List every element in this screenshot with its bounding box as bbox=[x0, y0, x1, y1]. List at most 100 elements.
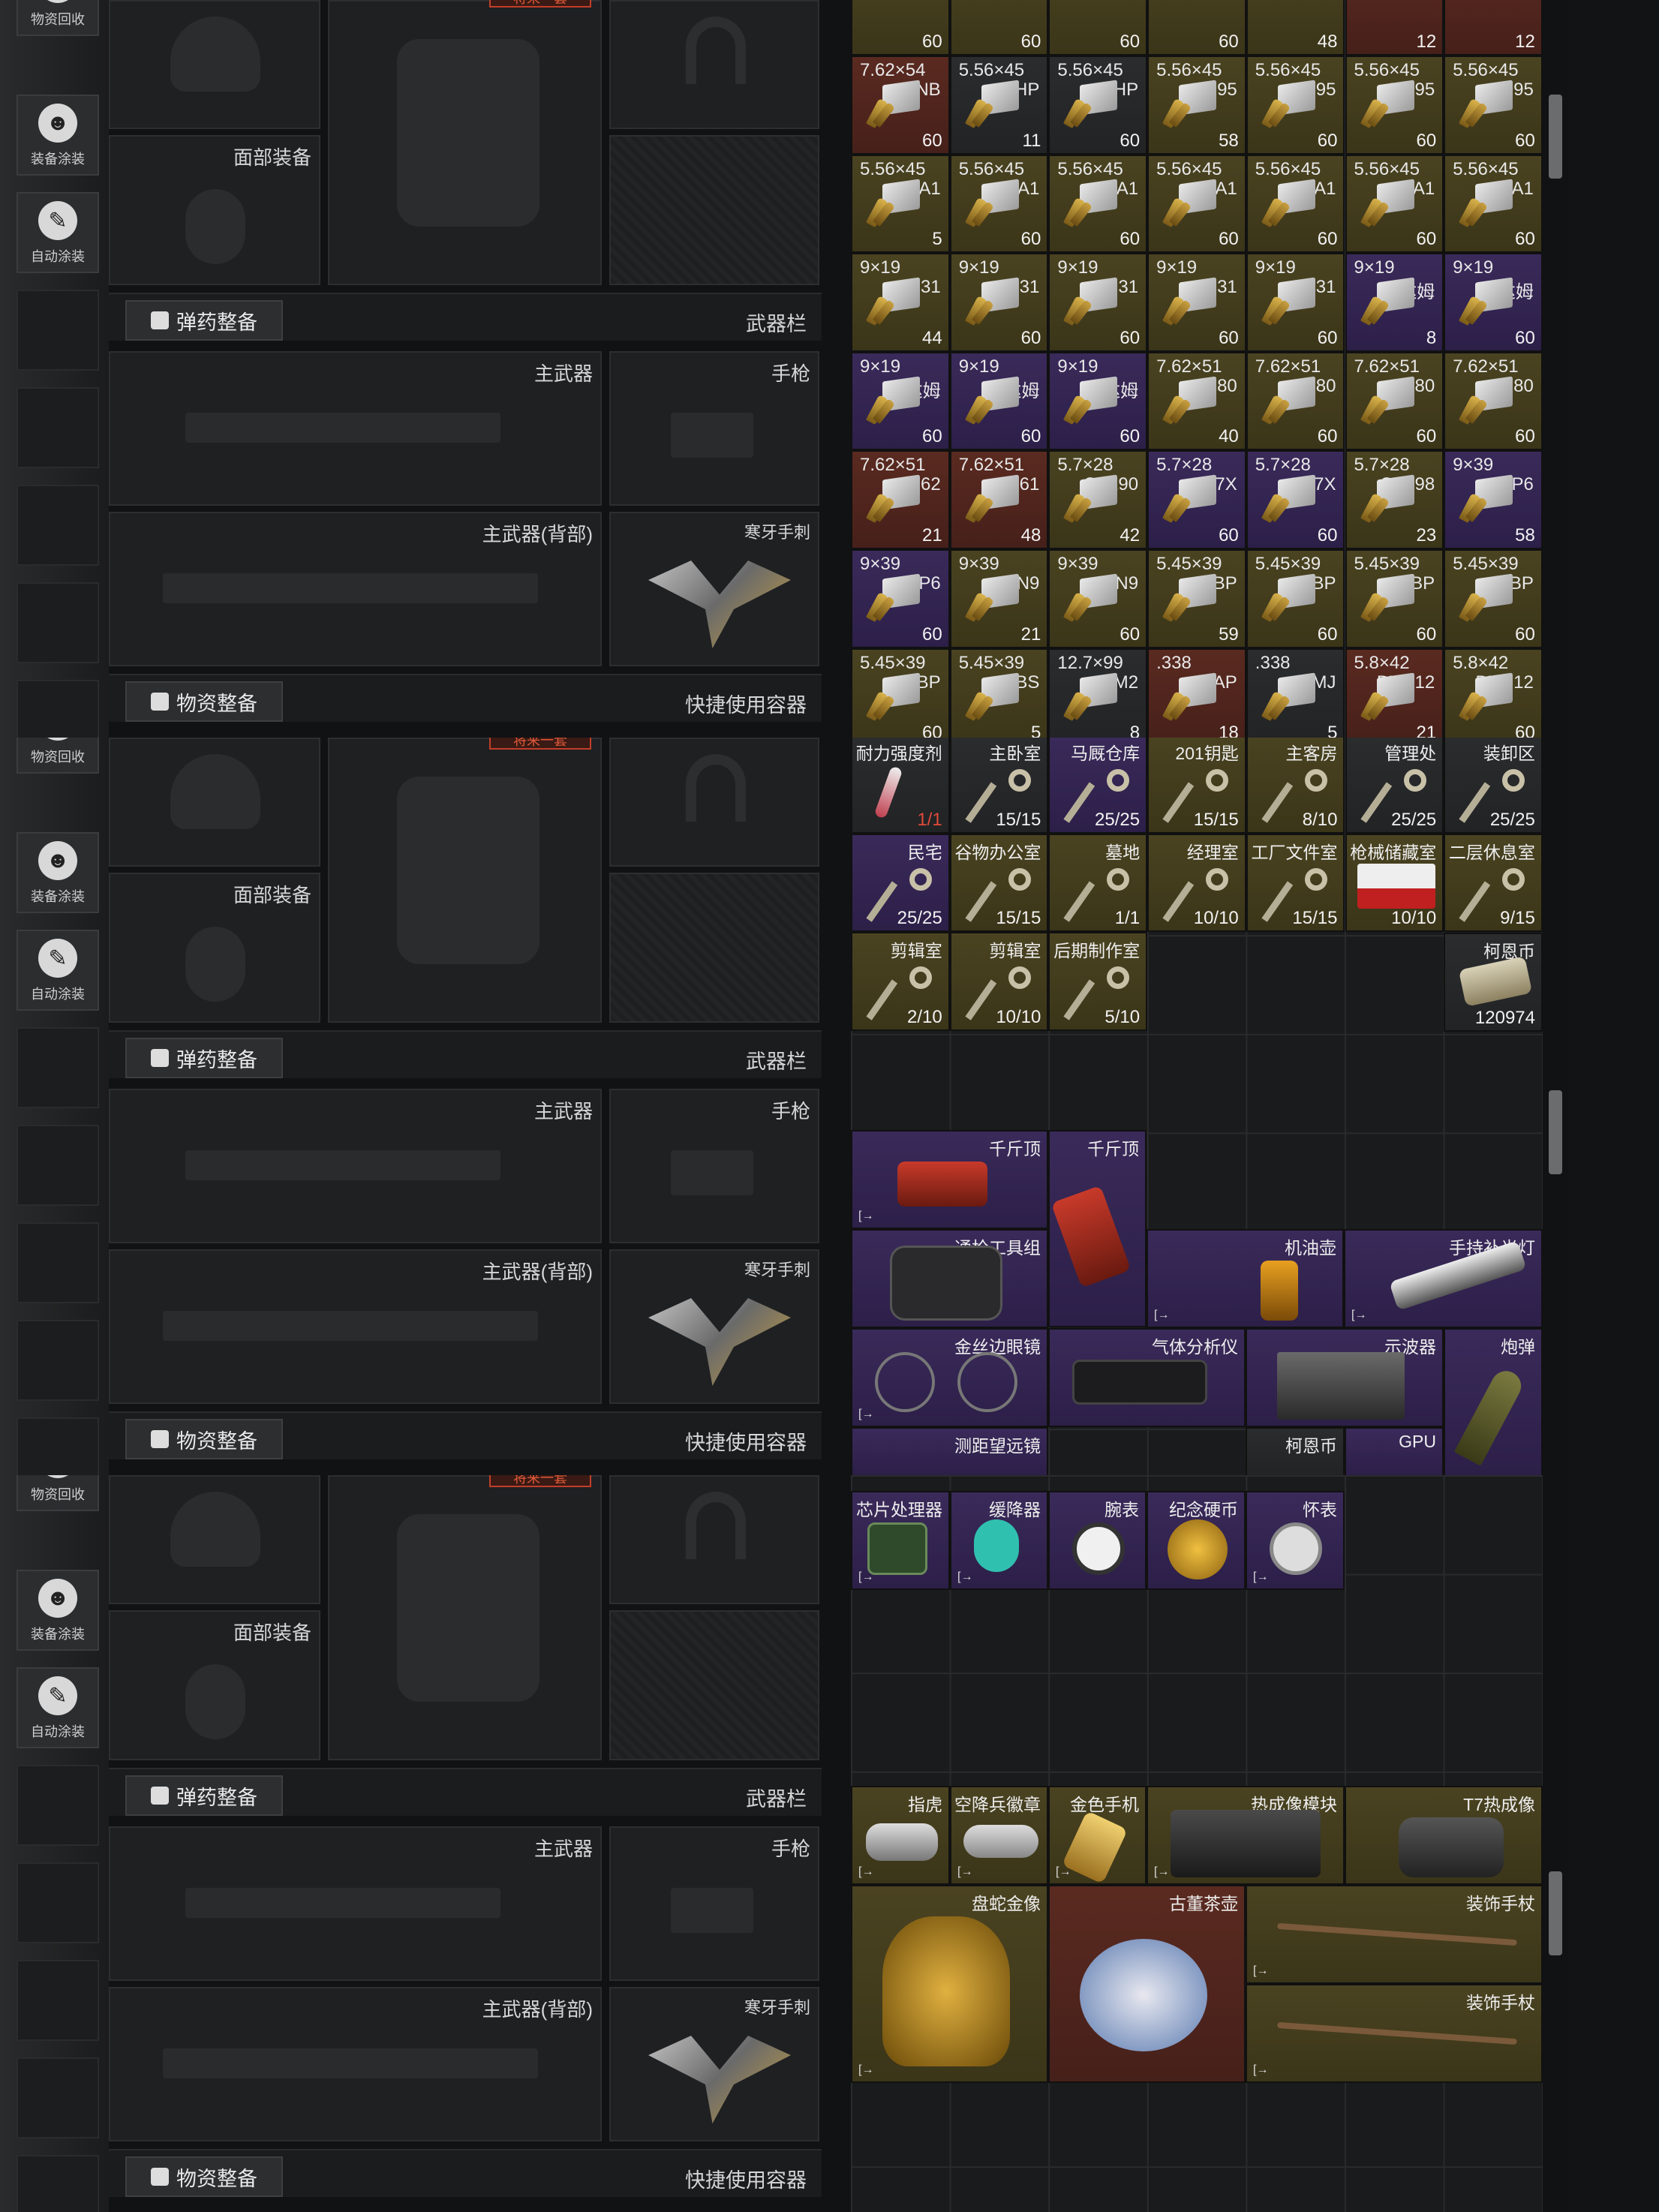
armor-slot[interactable] bbox=[328, 0, 602, 285]
ammo-item[interactable]: 60 bbox=[1147, 0, 1246, 56]
knuckle-item[interactable]: 指虎 [→ bbox=[851, 1786, 950, 1885]
cane-item-1[interactable]: 装饰手杖 [→ bbox=[1246, 1885, 1543, 1984]
supply-prep-button[interactable]: 物资整备 bbox=[125, 2156, 283, 2197]
recycle-button[interactable]: ♲物资回收 bbox=[17, 738, 99, 774]
ammo-item[interactable]: 5.56×45 A1 60 bbox=[949, 154, 1049, 254]
jack-item-2[interactable]: 千斤顶 bbox=[1048, 1130, 1147, 1327]
armor-slot[interactable] bbox=[328, 738, 602, 1023]
ammo-item[interactable]: 5.56×45 A1 60 bbox=[1444, 154, 1543, 254]
key-item[interactable]: 经理室 10/10 bbox=[1147, 833, 1246, 933]
ammo-item[interactable]: 7.62×51 M62 21 bbox=[851, 450, 950, 549]
jack-item[interactable]: 千斤顶 [→ bbox=[851, 1130, 1048, 1229]
ammo-item[interactable]: 5.7×28 SS198 23 bbox=[1345, 450, 1444, 549]
primary-back-slot[interactable]: 主武器(背部) bbox=[109, 512, 602, 666]
ammo-item[interactable]: 5.56×45 M995 58 bbox=[1147, 56, 1246, 155]
primary-weapon-slot[interactable]: 主武器 bbox=[109, 1826, 602, 1981]
ammo-item[interactable]: 7.62×54 SNB 60 bbox=[851, 56, 950, 155]
key-item[interactable]: 二层休息室 9/15 bbox=[1444, 833, 1543, 933]
scrollbar-thumb[interactable] bbox=[1549, 1090, 1562, 1174]
ammo-item[interactable]: 5.56×45 HP 11 bbox=[949, 56, 1049, 155]
ammo-item[interactable]: 5.56×45 M995 60 bbox=[1444, 56, 1543, 155]
face-slot[interactable]: 面部装备 bbox=[109, 135, 320, 285]
gpu-item[interactable]: GPU bbox=[1345, 1427, 1444, 1475]
face-slot[interactable]: 面部装备 bbox=[109, 873, 320, 1023]
ammo-item[interactable]: .338 AP 18 bbox=[1147, 648, 1246, 738]
melee-slot[interactable]: 寒牙手刺 bbox=[609, 512, 819, 666]
key-item[interactable]: 201钥匙 15/15 bbox=[1147, 738, 1246, 834]
ammo-item[interactable]: 5.45×39 BP 60 bbox=[1246, 549, 1345, 648]
oil-can-item[interactable]: 机油壶 [→ bbox=[1147, 1229, 1344, 1328]
ammo-item[interactable]: 9×19 达姆 60 bbox=[851, 351, 950, 451]
pocket-watch-item[interactable]: 怀表 [→ bbox=[1246, 1491, 1345, 1590]
koen-coin-item-2[interactable]: 柯恩币 bbox=[1246, 1427, 1345, 1475]
ammo-item[interactable]: 9×19 7N31 60 bbox=[1246, 253, 1345, 352]
key-item[interactable]: 剪辑室 2/10 bbox=[851, 932, 950, 1031]
bag-slot[interactable] bbox=[609, 1610, 819, 1760]
scrollbar-thumb[interactable] bbox=[1549, 1871, 1562, 1955]
auto-skin-button[interactable]: ✎ 自动涂装 bbox=[17, 930, 99, 1011]
ammo-item[interactable]: 5.7×28 SS190 42 bbox=[1048, 450, 1148, 549]
ammo-item[interactable]: 5.8×42 DVC12 21 bbox=[1345, 648, 1444, 738]
ammo-item[interactable]: 5.45×39 BP 60 bbox=[1345, 549, 1444, 648]
headset-slot[interactable] bbox=[609, 738, 819, 867]
supply-prep-button[interactable]: 物资整备 bbox=[125, 1419, 283, 1459]
headset-slot[interactable] bbox=[609, 1475, 819, 1604]
primary-weapon-slot[interactable]: 主武器 bbox=[109, 351, 602, 506]
key-item[interactable]: 谷物办公室 15/15 bbox=[949, 833, 1049, 933]
ammo-item[interactable]: 5.45×39 BP 60 bbox=[1444, 549, 1543, 648]
ammo-item[interactable]: 7.62×51 M61 48 bbox=[949, 450, 1049, 549]
ammo-item[interactable]: 5.45×39 BP 59 bbox=[1147, 549, 1246, 648]
ammo-item[interactable]: 9×19 7N31 60 bbox=[949, 253, 1049, 352]
flashlight-item[interactable]: 手持补光灯[→ bbox=[1344, 1229, 1543, 1328]
pistol-slot[interactable]: 手枪 bbox=[609, 1089, 819, 1243]
ammo-item[interactable]: 9×19 达姆 8 bbox=[1345, 253, 1444, 352]
ammo-item[interactable]: 9×19 7N31 44 bbox=[851, 253, 950, 352]
key-item[interactable]: 马厩仓库 25/25 bbox=[1048, 738, 1148, 834]
cane-item-2[interactable]: 装饰手杖 [→ bbox=[1246, 1984, 1543, 2083]
melee-slot[interactable]: 寒牙手刺 bbox=[609, 1249, 819, 1404]
scrollbar-thumb[interactable] bbox=[1549, 95, 1562, 179]
gas-analyzer-item[interactable]: 气体分析仪 bbox=[1048, 1328, 1246, 1427]
helmet-slot[interactable] bbox=[109, 738, 320, 867]
keycard-item[interactable]: 枪械储藏室 10/10 bbox=[1345, 833, 1444, 933]
ammo-item[interactable]: 9×19 达姆 60 bbox=[1444, 253, 1543, 352]
oscilloscope-item[interactable]: 示波器 bbox=[1246, 1328, 1444, 1427]
supply-prep-button[interactable]: 物资整备 bbox=[125, 681, 283, 722]
injector-item[interactable]: 耐力强度剂 1/1 bbox=[851, 738, 950, 834]
badge-item[interactable]: 空降兵徽章 [→ bbox=[950, 1786, 1048, 1885]
key-item[interactable]: 后期制作室 5/10 bbox=[1048, 932, 1148, 1031]
ammo-prep-button[interactable]: 弹药整备 bbox=[125, 1775, 283, 1816]
ammo-item[interactable]: 12.7×99 M2 8 bbox=[1048, 648, 1148, 738]
ammo-item[interactable]: 60 bbox=[851, 0, 950, 56]
ammo-item[interactable]: 5.56×45 A1 5 bbox=[851, 154, 950, 254]
ammo-item[interactable]: 12 bbox=[1444, 0, 1543, 56]
bag-slot[interactable] bbox=[609, 873, 819, 1023]
skin-button[interactable]: ☻ 装备涂装 bbox=[17, 832, 99, 913]
primary-back-slot[interactable]: 主武器(背部) bbox=[109, 1987, 602, 2141]
ammo-item[interactable]: 9×39 7N9 21 bbox=[949, 549, 1049, 648]
ammo-item[interactable]: 7.62×51 M80 60 bbox=[1246, 351, 1345, 451]
coin-item[interactable]: 纪念硬币 bbox=[1147, 1491, 1246, 1590]
headset-slot[interactable] bbox=[609, 0, 819, 129]
t7-thermal-item[interactable]: T7热成像 bbox=[1345, 1786, 1543, 1885]
key-item[interactable]: 工厂文件室 15/15 bbox=[1246, 833, 1345, 933]
auto-skin-button[interactable]: ✎ 自动涂装 bbox=[17, 1667, 99, 1748]
ammo-item[interactable]: 5.56×45 A1 60 bbox=[1147, 154, 1246, 254]
cleaning-kit-item[interactable]: 通枪工具组 bbox=[851, 1229, 1048, 1328]
ammo-item[interactable]: 9×19 7N31 60 bbox=[1147, 253, 1246, 352]
rangefinder-item[interactable]: 测距望远镜 bbox=[851, 1427, 1048, 1475]
ammo-item[interactable]: 7.62×51 M80 60 bbox=[1345, 351, 1444, 451]
gold-phone-item[interactable]: 金色手机 [→ bbox=[1048, 1786, 1147, 1885]
snake-statue-item[interactable]: 盘蛇金像 [→ bbox=[851, 1885, 1048, 2083]
bag-slot[interactable] bbox=[609, 135, 819, 285]
helmet-slot[interactable] bbox=[109, 1475, 320, 1604]
skin-button[interactable]: ☻ 装备涂装 bbox=[17, 95, 99, 176]
ammo-item[interactable]: 9×39 SP6 60 bbox=[851, 549, 950, 648]
ammo-item[interactable]: 7.62×51 M80 40 bbox=[1147, 351, 1246, 451]
chip-item[interactable]: 芯片处理器 [→ bbox=[851, 1491, 950, 1590]
shell-item[interactable]: 炮弹 bbox=[1444, 1328, 1543, 1475]
teapot-item[interactable]: 古董茶壶 bbox=[1048, 1885, 1246, 2083]
pistol-slot[interactable]: 手枪 bbox=[609, 351, 819, 506]
ammo-item[interactable]: 48 bbox=[1246, 0, 1345, 56]
descender-item[interactable]: 缓降器 [→ bbox=[950, 1491, 1048, 1590]
